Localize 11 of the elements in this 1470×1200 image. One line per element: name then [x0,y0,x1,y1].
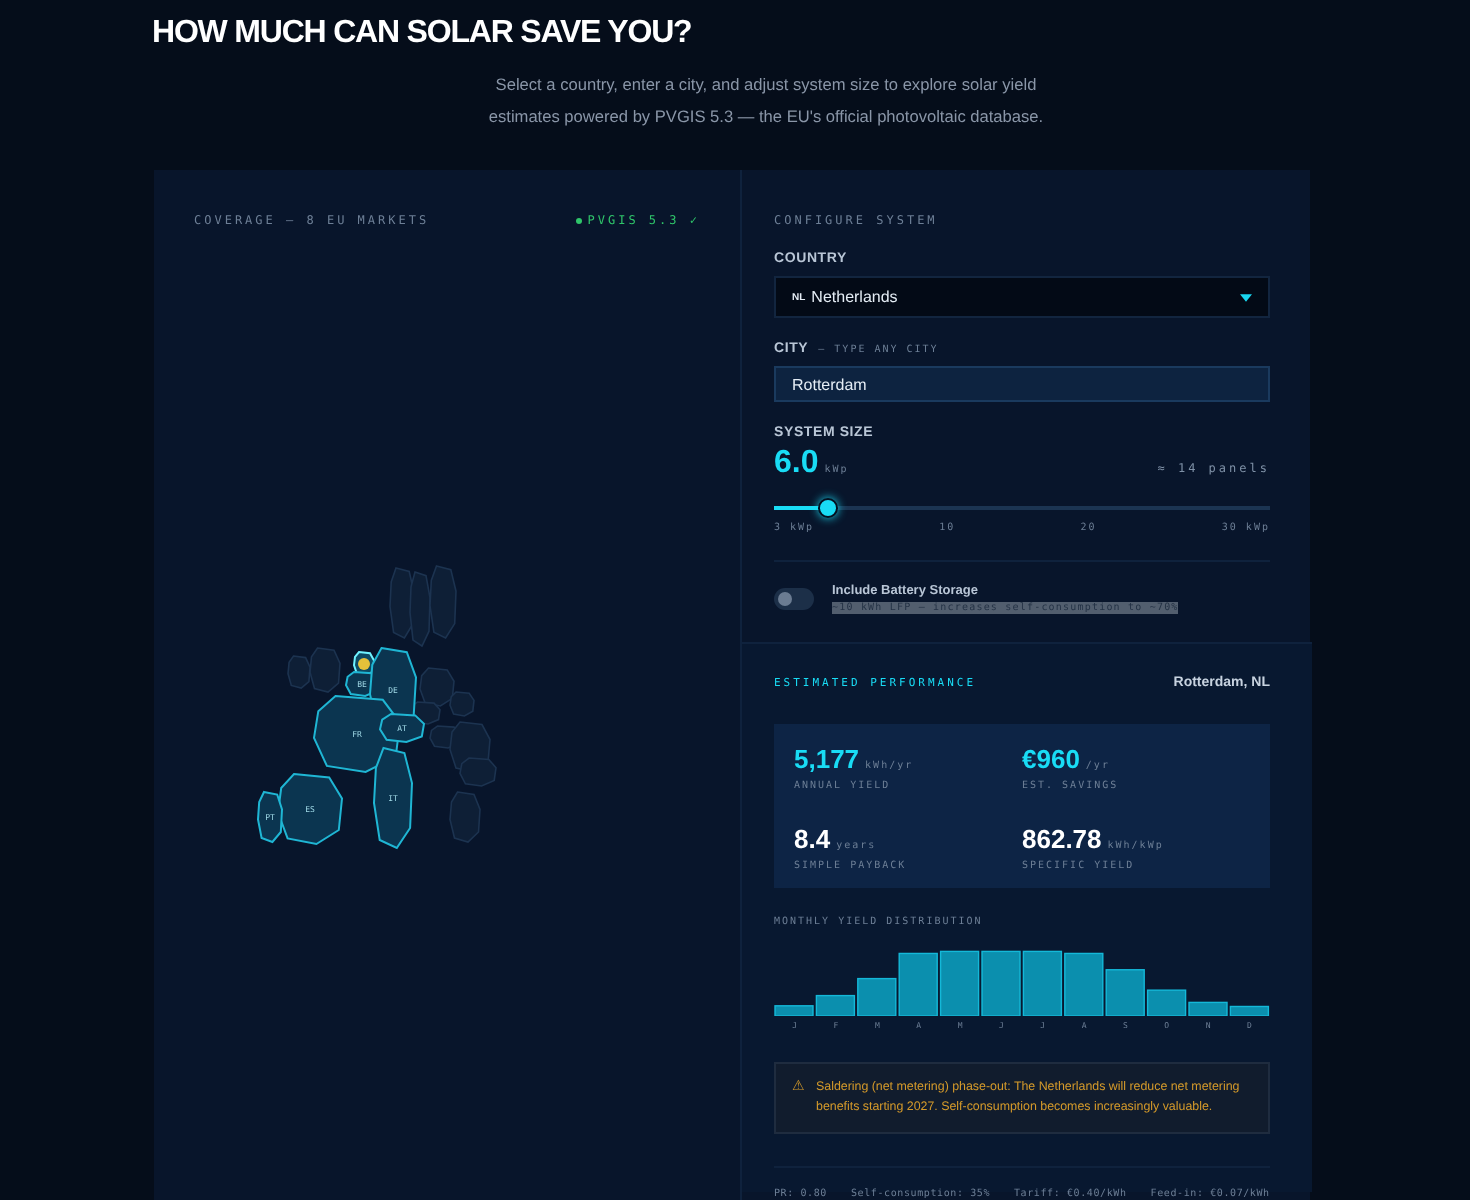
battery-toggle[interactable] [774,588,814,610]
system-size-value: 6.0 [774,446,819,482]
caret-icon [1240,293,1252,301]
slider-thumb[interactable] [818,498,839,518]
page-title: HOW MUCH CAN SOLAR SAVE YOU? [152,16,694,52]
metric-value: 8.4 [794,824,831,854]
metric-value: €960 [1022,744,1080,774]
metric-value: 5,177 [794,744,860,774]
metric-value: 862.78 [1022,824,1102,854]
page-subtitle: Select a country, enter a city, and adjust system size to explore solar yield estimates powered by PVGIS 5.3 — the EU's official photovoltaic database. [486,72,1046,130]
city-input[interactable]: Rotterdam [774,366,1270,402]
